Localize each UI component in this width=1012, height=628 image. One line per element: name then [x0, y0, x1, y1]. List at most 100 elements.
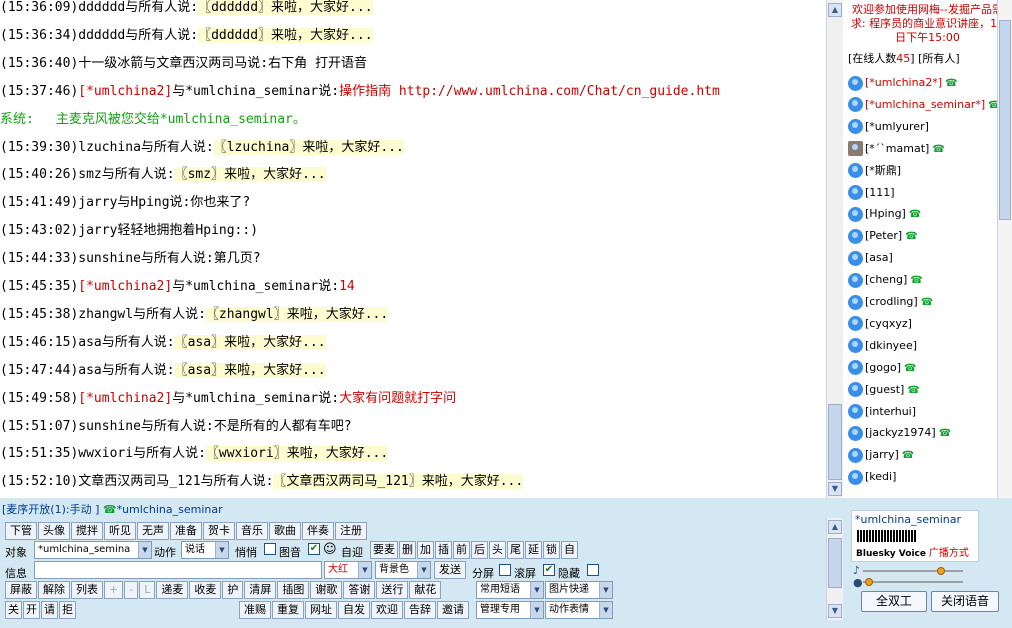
- scroll-thumb[interactable]: [828, 404, 842, 480]
- split-checkbox[interactable]: [499, 564, 511, 576]
- toolbar-button[interactable]: 拒: [59, 601, 76, 619]
- toolbar-button[interactable]: 准备: [170, 522, 202, 540]
- message-sender[interactable]: dddddd: [78, 0, 125, 15]
- toolbar-button[interactable]: 关: [5, 601, 22, 619]
- message-sender[interactable]: dddddd: [78, 28, 125, 43]
- message-sender[interactable]: asa: [78, 363, 101, 378]
- toolbar-button[interactable]: 无声: [137, 522, 169, 540]
- emote-select[interactable]: 动作表情 ▼: [545, 601, 613, 619]
- toolbar-button[interactable]: 后: [471, 541, 488, 559]
- user-list-item[interactable]: [dkinyee]: [848, 337, 917, 359]
- user-list-item[interactable]: [Hping] ☎: [848, 205, 921, 227]
- image-select[interactable]: 图片快递 ▼: [545, 581, 613, 599]
- message-sender[interactable]: 十一级冰箭: [78, 56, 143, 71]
- toolbar-button[interactable]: 贺卡: [203, 522, 235, 540]
- toolbar-button[interactable]: 删: [399, 541, 416, 559]
- message-sender[interactable]: jarry: [78, 223, 117, 238]
- toolbar-button[interactable]: 重复: [272, 601, 304, 619]
- message-sender[interactable]: sunshine: [78, 251, 141, 266]
- toolbar-button[interactable]: 开: [23, 601, 40, 619]
- speaker-volume-slider[interactable]: [863, 567, 963, 575]
- close-voice-button[interactable]: 关闭语音: [931, 591, 999, 612]
- user-list-item[interactable]: [*´`mamat] ☎: [848, 140, 945, 162]
- toolbar-button[interactable]: 前: [453, 541, 470, 559]
- toolbar-button[interactable]: 清屏: [244, 581, 277, 599]
- color-select[interactable]: 大红 ▼: [324, 561, 372, 579]
- message-sender[interactable]: lzuchina: [78, 140, 141, 155]
- toolbar-button[interactable]: 注册: [335, 522, 367, 540]
- slider-knob[interactable]: [865, 578, 873, 586]
- toolbar-button[interactable]: 欢迎: [371, 601, 403, 619]
- user-list-item[interactable]: [cyqxyz]: [848, 315, 912, 337]
- message-sender[interactable]: [*umlchina2]: [78, 279, 172, 294]
- whisper-checkbox[interactable]: [264, 543, 276, 555]
- toolbar-button[interactable]: 音乐: [236, 522, 268, 540]
- user-list-item[interactable]: [kedi]: [848, 468, 896, 490]
- user-list-item[interactable]: [guest] ☎: [848, 381, 920, 403]
- toolbar-button[interactable]: 邀请: [437, 601, 469, 619]
- toolbar-button[interactable]: 告辞: [404, 601, 436, 619]
- toolbar-button[interactable]: 头: [489, 541, 506, 559]
- message-sender[interactable]: [*umlchina2]: [78, 391, 172, 406]
- toolbar-button[interactable]: 收麦: [189, 581, 222, 599]
- send-button[interactable]: 发送: [434, 561, 466, 579]
- toolbar-button[interactable]: 锁: [543, 541, 560, 559]
- user-list-item[interactable]: [crodling] ☎: [848, 293, 933, 315]
- toolbar-button[interactable]: 歌曲: [269, 522, 301, 540]
- chat-message-area[interactable]: (15:36:09)dddddd与所有人说:〖dddddd〗来啦，大家好...(…: [0, 0, 826, 498]
- scroll-down-icon[interactable]: ▼: [828, 604, 842, 618]
- toolbar-button[interactable]: 护: [222, 581, 244, 599]
- toolbar-button[interactable]: 递麦: [156, 581, 189, 599]
- message-sender[interactable]: jarry: [78, 195, 117, 210]
- toolbar-button[interactable]: 自: [561, 541, 578, 559]
- toolbar-button[interactable]: 网址: [305, 601, 337, 619]
- toolbar-button[interactable]: 自发: [338, 601, 370, 619]
- user-scroll-thumb[interactable]: [999, 20, 1011, 220]
- toolbar-button[interactable]: 伴奏: [302, 522, 334, 540]
- message-sender[interactable]: zhangwl: [78, 307, 133, 322]
- input-scrollbar[interactable]: ▲ ▼: [826, 518, 843, 620]
- message-sender[interactable]: smz: [78, 167, 101, 182]
- toolbar-button[interactable]: 献花: [409, 581, 442, 599]
- toolbar-button[interactable]: 解除: [38, 581, 70, 599]
- admin-select[interactable]: 管理专用 ▼: [476, 601, 544, 619]
- scroll-up-icon[interactable]: ▲: [828, 3, 842, 17]
- bgcolor-select[interactable]: 背景色 ▼: [375, 561, 431, 579]
- toolbar-button[interactable]: +: [104, 581, 124, 599]
- toolbar-button[interactable]: 准赐: [239, 601, 271, 619]
- toolbar-button[interactable]: -: [124, 581, 139, 599]
- user-list-item[interactable]: [gogo] ☎: [848, 359, 916, 381]
- message-sender[interactable]: sunshine: [78, 419, 141, 434]
- toolbar-button[interactable]: 屏蔽: [5, 581, 37, 599]
- user-list-item[interactable]: [*umlyurer]: [848, 118, 929, 140]
- toolbar-button[interactable]: 下管: [5, 522, 37, 540]
- phrase-select[interactable]: 常用短语 ▼: [476, 581, 544, 599]
- message-sender[interactable]: wwxiori: [78, 446, 133, 461]
- toolbar-button[interactable]: 要麦: [370, 541, 398, 559]
- user-list-item[interactable]: [jarry] ☎: [848, 446, 914, 468]
- user-list-item[interactable]: [*斯鼎]: [848, 162, 901, 184]
- user-list-item[interactable]: [Peter] ☎: [848, 227, 918, 249]
- toolbar-button[interactable]: 答谢: [343, 581, 376, 599]
- toolbar-button[interactable]: 搅拌: [71, 522, 103, 540]
- pic-checkbox[interactable]: ✔: [308, 543, 320, 555]
- toolbar-button[interactable]: 插图: [277, 581, 310, 599]
- hide-checkbox[interactable]: [587, 564, 599, 576]
- mic-volume-slider[interactable]: [863, 578, 963, 586]
- chat-scrollbar[interactable]: ▲ ▼: [826, 0, 843, 498]
- slider-knob[interactable]: [937, 567, 945, 575]
- message-sender[interactable]: [*umlchina2]: [78, 84, 172, 99]
- target-select[interactable]: *umlchina_semina ▼: [34, 541, 152, 559]
- toolbar-button[interactable]: 插: [435, 541, 452, 559]
- message-input[interactable]: [34, 561, 322, 579]
- input-scroll-thumb[interactable]: [828, 538, 842, 588]
- user-list-item[interactable]: [asa]: [848, 249, 893, 271]
- toolbar-button[interactable]: 列表: [71, 581, 103, 599]
- message-sender[interactable]: 文章西汉两司马_121: [78, 474, 200, 489]
- toolbar-button[interactable]: 延: [525, 541, 542, 559]
- user-list-item[interactable]: [cheng] ☎: [848, 271, 923, 293]
- user-list-item[interactable]: [*umlchina2*] ☎: [848, 74, 958, 96]
- action-select[interactable]: 说话 ▼: [181, 541, 229, 559]
- scroll-up-icon[interactable]: ▲: [828, 520, 842, 534]
- user-list-item[interactable]: [interhui]: [848, 403, 916, 425]
